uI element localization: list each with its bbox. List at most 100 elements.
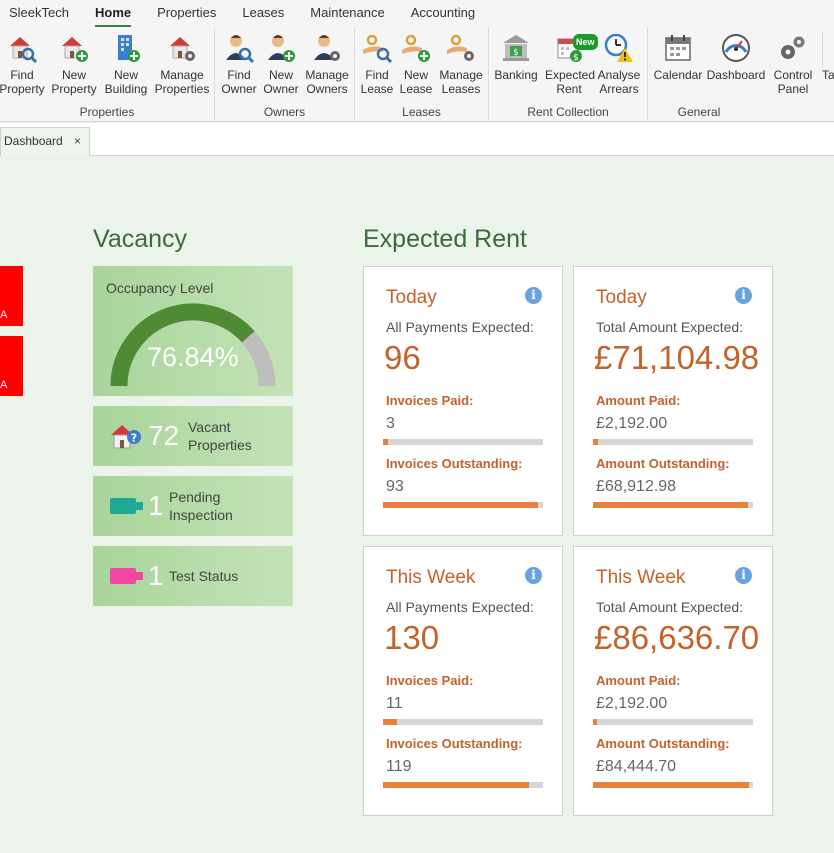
test-label: Test Status (169, 568, 239, 584)
person-search-icon (226, 35, 255, 64)
card-paid-value: £2,192.00 (596, 415, 668, 432)
new-lease-button[interactable]: New Lease (392, 32, 440, 96)
card-paid-value: 3 (386, 415, 395, 432)
ribbon-group-rent-collection: $ Banking $ New Expected Rent Analyse Ar… (489, 28, 648, 122)
ribbon-group-label-owners: Owners (263, 105, 306, 119)
tag-pink-icon (110, 568, 143, 584)
pending-inspection-tile[interactable]: 1 Pending Inspection (93, 476, 293, 536)
person-gear-icon (314, 35, 340, 61)
test-status-tile[interactable]: 1 Test Status (93, 546, 293, 606)
calendar-button[interactable]: Calendar (653, 32, 703, 82)
info-icon[interactable]: i (735, 567, 752, 584)
new-owner-button[interactable]: New Owner (257, 32, 305, 96)
new-owner-label-2: Owner (263, 82, 299, 96)
manage-properties-label-2: Properties (154, 82, 210, 96)
manage-owners-label-2: Owners (306, 82, 348, 96)
vacant-properties-tile[interactable]: ? 72 Vacant Properties (93, 406, 293, 466)
card-period: This Week (596, 567, 686, 588)
control-panel-label-1: Control (773, 68, 813, 82)
card-subtitle: All Payments Expected: (386, 319, 534, 335)
house-search-icon (10, 37, 38, 64)
vacant-count: 72 (148, 420, 180, 451)
new-building-label-2: Building (104, 82, 148, 96)
alert-tile[interactable]: A (0, 266, 23, 326)
ribbon-group-label-rent-collection: Rent Collection (527, 105, 609, 119)
alert-tile[interactable]: A (0, 336, 23, 396)
new-property-button[interactable]: New Property (50, 32, 98, 96)
analyse-arrears-button[interactable]: Analyse Arrears (595, 32, 643, 96)
card-subtitle: All Payments Expected: (386, 599, 534, 615)
svg-text:$: $ (513, 48, 519, 58)
info-icon[interactable]: i (735, 287, 752, 304)
ribbon: Find Property New Property New Building … (0, 28, 834, 122)
card-total: £86,636.70 (594, 619, 760, 656)
menu-home[interactable]: Home (82, 0, 144, 28)
expected-rent-label-1: Expected (545, 68, 596, 82)
close-icon[interactable]: × (74, 128, 81, 155)
outstanding-progress-bar (593, 782, 753, 788)
outstanding-progress-fill (383, 782, 530, 788)
dashboard-button[interactable]: Dashboard (706, 32, 766, 82)
banking-button[interactable]: $ Banking (492, 32, 540, 82)
card-period: Today (386, 287, 437, 308)
card-outstanding-label: Amount Outstanding: (596, 456, 730, 471)
analyse-arrears-label-1: Analyse (597, 68, 641, 82)
building-add-icon (118, 35, 140, 62)
vacant-label-line-1: Vacant (188, 419, 231, 435)
rent-card: This Week i All Payments Expected: 130 I… (363, 546, 563, 816)
paid-progress-bar (593, 439, 753, 445)
alert-tile-label: A (0, 379, 8, 391)
pending-label: Pending Inspection (169, 488, 233, 524)
manage-properties-label-1: Manage (160, 68, 204, 82)
manage-properties-button[interactable]: Manage Properties (154, 32, 210, 96)
find-property-label-1: Find (10, 68, 34, 82)
find-property-button[interactable]: Find Property (0, 32, 46, 96)
card-paid-value: 11 (386, 695, 403, 712)
card-paid-label: Invoices Paid: (386, 393, 474, 408)
outstanding-progress-bar (593, 502, 753, 508)
menu-properties[interactable]: Properties (144, 0, 229, 28)
ribbon-group-properties: Find Property New Property New Building … (0, 28, 215, 122)
card-subtitle: Total Amount Expected: (596, 599, 744, 615)
card-total: 130 (384, 619, 440, 656)
paid-progress-bar (383, 719, 543, 725)
manage-owners-button[interactable]: Manage Owners (303, 32, 351, 96)
person-add-icon (268, 35, 295, 62)
tab-dashboard[interactable]: Dashboard × (0, 127, 90, 156)
key-hand-search-icon (363, 34, 393, 64)
pending-count: 1 (148, 490, 164, 521)
find-owner-label-1: Find (227, 68, 251, 82)
paid-progress-bar (593, 719, 753, 725)
expected-rent-button[interactable]: $ New Expected Rent (545, 32, 598, 96)
rent-card: Today i All Payments Expected: 96 Invoic… (363, 266, 563, 536)
menu-app-sleektech[interactable]: SleekTech (0, 0, 82, 28)
paid-progress-fill (593, 439, 598, 445)
test-count: 1 (148, 560, 164, 591)
new-building-label-1: New (113, 68, 138, 82)
menu-leases[interactable]: Leases (229, 0, 297, 28)
ribbon-group-label-properties: Properties (79, 105, 135, 119)
outstanding-progress-bar (383, 782, 543, 788)
dashboard-label: Dashboard (706, 68, 766, 82)
info-icon[interactable]: i (525, 567, 542, 584)
menu-accounting[interactable]: Accounting (398, 0, 488, 28)
banking-label-1: Banking (494, 68, 538, 82)
occupancy-tile[interactable]: Occupancy Level 76.84% (93, 266, 293, 396)
control-panel-button[interactable]: Control Panel (769, 32, 817, 96)
find-owner-button[interactable]: Find Owner (215, 32, 263, 96)
card-period: This Week (386, 567, 476, 588)
menu-maintenance[interactable]: Maintenance (297, 0, 397, 28)
menu-bar: SleekTech Home Properties Leases Mainten… (0, 0, 834, 28)
ribbon-group-label-leases: Leases (402, 105, 441, 119)
new-property-label-1: New (61, 68, 86, 82)
manage-leases-button[interactable]: Manage Leases (437, 32, 485, 96)
partial-ribbon-button[interactable]: Ta (822, 32, 834, 82)
new-lease-label-1: New (403, 68, 428, 82)
new-property-label-2: Property (51, 82, 97, 96)
paid-progress-fill (593, 719, 597, 725)
key-hand-gear-icon (447, 34, 474, 61)
new-building-button[interactable]: New Building (102, 32, 150, 96)
card-outstanding-value: 93 (386, 478, 404, 495)
vacant-label-line-2: Properties (188, 437, 252, 453)
info-icon[interactable]: i (525, 287, 542, 304)
